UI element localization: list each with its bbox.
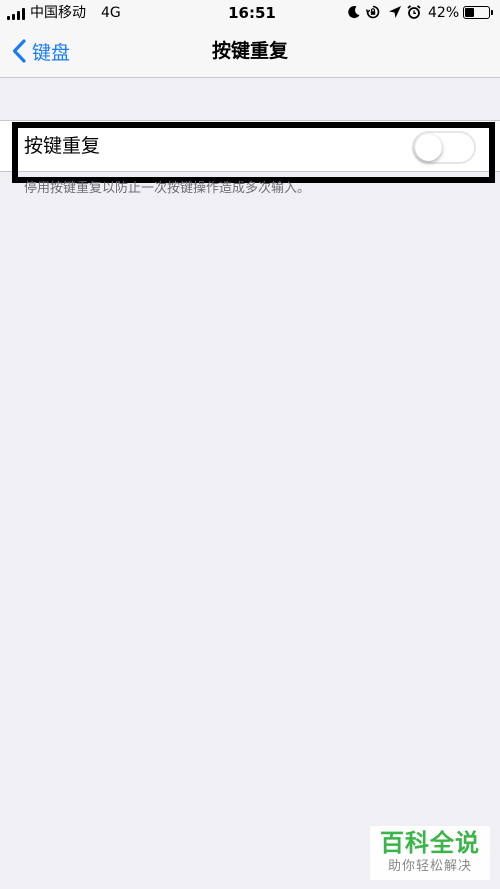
watermark-title: 百科全说 bbox=[380, 829, 480, 857]
network-type: 4G bbox=[101, 5, 121, 21]
page-title: 按键重复 bbox=[211, 40, 288, 62]
carrier-name: 中国移动 bbox=[30, 5, 86, 21]
navigation-bar: 键盘 按键重复 bbox=[0, 28, 500, 78]
battery-cap bbox=[491, 10, 493, 15]
battery-icon bbox=[463, 6, 490, 19]
battery-level-fill bbox=[465, 8, 475, 17]
alarm-icon bbox=[407, 5, 421, 19]
back-button-label: 键盘 bbox=[32, 41, 71, 64]
setting-footer-note: 停用按键重复以防止一次按键操作造成多次输入。 bbox=[24, 181, 311, 196]
orientation-lock-icon bbox=[366, 5, 380, 19]
highlight-annotation-box bbox=[12, 122, 495, 183]
watermark-subtitle: 助你轻松解决 bbox=[387, 859, 472, 874]
status-time: 16:51 bbox=[228, 4, 276, 22]
location-arrow-icon bbox=[389, 6, 401, 18]
chevron-left-icon bbox=[12, 39, 26, 63]
signal-strength-icon bbox=[7, 8, 27, 20]
watermark: 百科全说 助你轻松解决 bbox=[370, 826, 490, 880]
status-bar: 中国移动 4G 16:51 42% bbox=[0, 0, 500, 28]
battery-percentage: 42% bbox=[428, 5, 460, 21]
back-button[interactable]: 键盘 bbox=[12, 36, 70, 66]
moon-icon bbox=[348, 6, 360, 19]
